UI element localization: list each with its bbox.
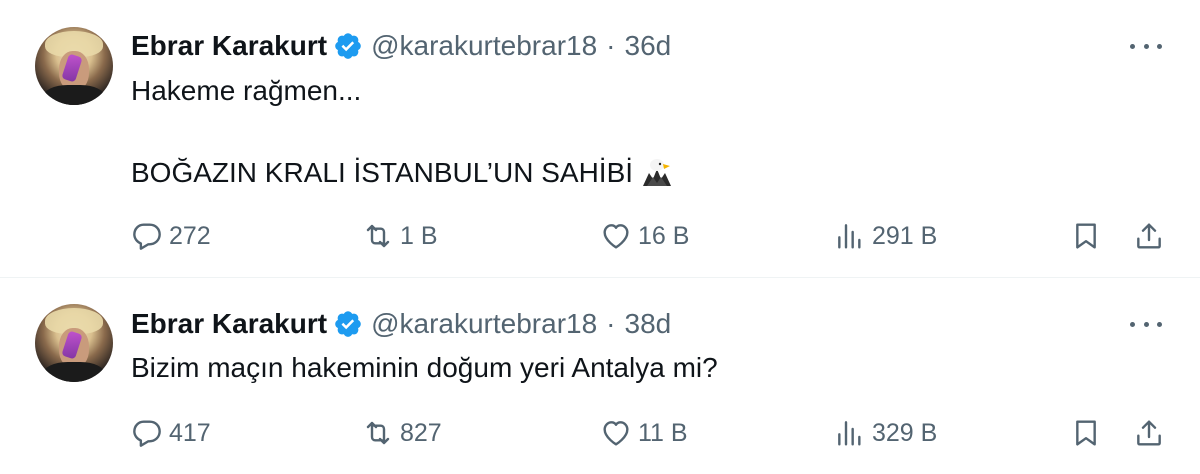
like-button[interactable]: 11 B (600, 413, 688, 453)
like-button[interactable]: 16 B (600, 216, 689, 256)
more-icon[interactable] (1128, 31, 1164, 61)
like-count: 16 B (638, 221, 690, 250)
eagle-emoji-icon (643, 159, 672, 186)
repost-button[interactable]: 827 (362, 413, 442, 453)
tweet[interactable]: Ebrar Karakurt @karakurtebrar18 · 38d Bi… (0, 279, 1200, 474)
reply-button[interactable]: 272 (131, 216, 211, 256)
timestamp[interactable]: 38d (625, 308, 672, 340)
reply-icon (133, 420, 161, 447)
avatar[interactable] (35, 27, 113, 105)
reply-count: 272 (169, 221, 211, 250)
timestamp[interactable]: 36d (625, 30, 672, 62)
views-count: 329 B (872, 418, 938, 447)
tweet[interactable]: Ebrar Karakurt @karakurtebrar18 · 36d Ha… (0, 0, 1200, 278)
tweet-header: Ebrar Karakurt @karakurtebrar18 · 36d (131, 29, 671, 63)
views-icon (838, 421, 861, 446)
separator-dot: · (606, 308, 616, 339)
like-icon (603, 421, 629, 446)
verified-badge-icon (335, 311, 361, 337)
avatar[interactable] (35, 304, 113, 382)
bookmark-button[interactable] (1068, 413, 1104, 453)
tweet-text-line: Hakeme rağmen... (131, 75, 362, 106)
share-icon (1137, 223, 1161, 249)
author-handle[interactable]: @karakurtebrar18 (371, 30, 597, 62)
more-icon[interactable] (1128, 309, 1164, 339)
repost-count: 1 B (400, 221, 438, 250)
views-count: 291 B (872, 221, 938, 250)
share-button[interactable] (1131, 216, 1167, 256)
tweet-text-line: Bizim maçın hakeminin doğum yeri Antalya… (131, 352, 718, 383)
author-handle[interactable]: @karakurtebrar18 (371, 308, 597, 340)
share-button[interactable] (1131, 413, 1167, 453)
repost-button[interactable]: 1 B (362, 216, 438, 256)
reply-icon (133, 223, 161, 250)
reply-button[interactable]: 417 (131, 413, 211, 453)
action-bar: 417 827 11 B 329 B (0, 413, 1200, 453)
repost-icon (366, 224, 390, 248)
bookmark-button[interactable] (1068, 216, 1104, 256)
share-icon (1137, 420, 1161, 446)
tweet-text-line: BOĞAZIN KRALI İSTANBUL’UN SAHİBİ (131, 153, 675, 190)
bookmark-icon (1076, 223, 1096, 249)
bookmark-icon (1076, 420, 1096, 446)
views-button[interactable]: 329 B (834, 413, 937, 453)
reply-count: 417 (169, 418, 211, 447)
tweet-feed: Ebrar Karakurt @karakurtebrar18 · 36d Ha… (0, 0, 1200, 474)
separator-dot: · (606, 30, 616, 61)
repost-count: 827 (400, 418, 442, 447)
action-bar: 272 1 B 16 B 291 B (0, 216, 1200, 256)
like-icon (603, 224, 629, 249)
repost-icon (366, 421, 390, 445)
views-button[interactable]: 291 B (834, 216, 937, 256)
tweet-header: Ebrar Karakurt @karakurtebrar18 · 38d (131, 307, 671, 341)
verified-badge-icon (335, 33, 361, 59)
views-icon (838, 224, 861, 249)
author-name[interactable]: Ebrar Karakurt (131, 30, 327, 62)
author-name[interactable]: Ebrar Karakurt (131, 308, 327, 340)
tweet-text: BOĞAZIN KRALI İSTANBUL’UN SAHİBİ (131, 157, 634, 188)
like-count: 11 B (638, 418, 688, 447)
